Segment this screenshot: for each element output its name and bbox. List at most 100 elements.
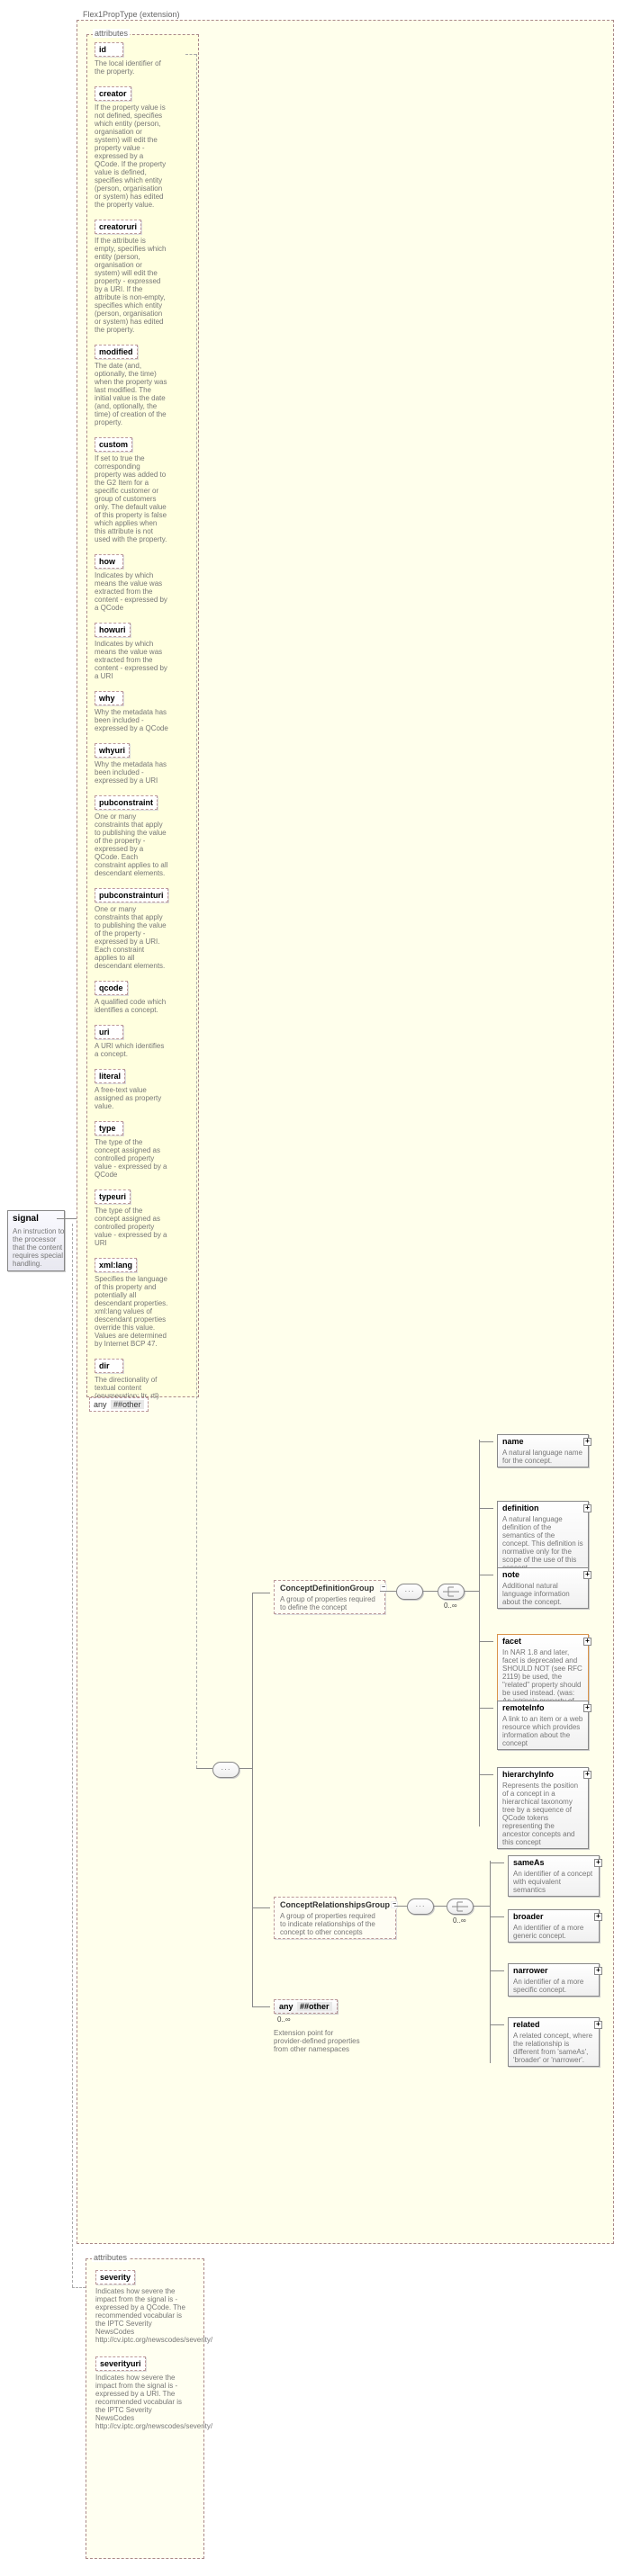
sequence-a: ··· (396, 1584, 423, 1600)
element-broader: broader+An identifier of a more generic … (508, 1909, 600, 1943)
attribute-name: typeuri (95, 1189, 131, 1204)
element-definition: definition +A natural language definition… (497, 1501, 589, 1575)
element-desc: An identifier of a more generic concept. (513, 1924, 594, 1940)
group-b-label: ConceptRelationshipsGroup (280, 1900, 390, 1909)
expand-icon: + (583, 1504, 591, 1512)
attribute-desc: The local identifier of the property. (95, 59, 168, 76)
attribute-name: whyuri (95, 743, 130, 758)
attribute-item: creatoruriIf the attribute is empty, spe… (95, 220, 172, 334)
expand-icon: + (583, 1571, 591, 1579)
attribute-name: type (95, 1121, 123, 1135)
expand-icon: − (391, 1901, 398, 1908)
any2-label: any (279, 2002, 293, 2011)
attribute-item: xml:langSpecifies the language of this p… (95, 1258, 172, 1348)
attribute-desc: A qualified code which identifies a conc… (95, 998, 168, 1014)
attribute-desc: One or many constraints that apply to pu… (95, 905, 168, 970)
attribute-name: literal (95, 1069, 125, 1083)
element-label: name (502, 1437, 524, 1446)
attribute-item: literal A free-text value assigned as pro… (95, 1069, 172, 1110)
element-name: name +A natural language name for the con… (497, 1434, 589, 1468)
element-desc: An identifier of a concept with equivale… (513, 1870, 594, 1894)
attribute-desc: Why the metadata has been included - exp… (95, 760, 168, 785)
element-label: narrower (513, 1966, 548, 1975)
attribute-item: whyWhy the metadata has been included - … (95, 691, 172, 732)
attribute-name: creatoruri (95, 220, 141, 234)
any2-desc: Extension point for provider-defined pro… (274, 2029, 364, 2053)
root-desc: An instruction to the processor that the… (13, 1227, 68, 1268)
attribute-desc: Why the metadata has been included - exp… (95, 708, 168, 732)
expand-icon: + (583, 1438, 591, 1446)
attribute-name: id (95, 42, 123, 57)
element-desc: A natural language name for the concept. (502, 1449, 583, 1465)
attribute-desc: Specifies the language of this property … (95, 1275, 168, 1348)
attribute-item: howIndicates by which means the value wa… (95, 554, 172, 612)
element-hierarchyInfo: hierarchyInfo+Represents the position of… (497, 1767, 589, 1849)
expand-icon: + (594, 1859, 602, 1867)
attribute-desc: One or many constraints that apply to pu… (95, 812, 168, 877)
element-sameAs: sameAs +An identifier of a concept with e… (508, 1855, 600, 1897)
element-desc: A related concept, where the relationshi… (513, 2032, 594, 2064)
expand-icon: + (583, 1638, 591, 1646)
group-concept-relationships: ConceptRelationshipsGroup − A group of p… (274, 1897, 396, 1939)
attribute-name: pubconstrainturi (95, 888, 168, 902)
attribute-desc: Indicates by which means the value was e… (95, 571, 168, 612)
element-desc: Represents the position of a concept in … (502, 1782, 583, 1846)
expand-icon: + (594, 2021, 602, 2029)
attribute-item: dirThe directionality of textual content… (95, 1359, 172, 1400)
any-other-attrs: any ##other (89, 1397, 149, 1412)
attribute-item: type The type of the concept assigned as … (95, 1121, 172, 1179)
attribute-name: creator (95, 86, 131, 101)
attributes-panel: attributes idThe local identifier of the… (86, 34, 199, 1397)
attributes-legend: attributes (93, 29, 130, 38)
root-element: signal An instruction to the processor t… (7, 1210, 65, 1271)
attribute-name: modified (95, 345, 138, 359)
attribute-desc: Indicates by which means the value was e… (95, 640, 168, 680)
attribute-item: typeuri The type of the concept assigned … (95, 1189, 172, 1247)
element-label: hierarchyInfo (502, 1770, 554, 1779)
attribute-desc: A free-text value assigned as property v… (95, 1086, 168, 1110)
expand-icon: + (583, 1704, 591, 1712)
group-a-desc: A group of properties required to define… (280, 1595, 379, 1611)
lower-attributes-panel: attributes severityIndicates how severe … (86, 2258, 204, 2559)
attribute-name: dir (95, 1359, 123, 1373)
attribute-item: severityuri Indicates how severe the impa… (95, 2355, 189, 2430)
attribute-desc: If the property value is not defined, sp… (95, 103, 168, 209)
attribute-item: uriA URI which identifies a concept. (95, 1025, 172, 1058)
any-label: any (94, 1400, 107, 1409)
attribute-item: pubconstraint One or many constraints tha… (95, 795, 172, 877)
attribute-desc: The type of the concept assigned as cont… (95, 1138, 168, 1179)
element-label: broader (513, 1912, 544, 1921)
expand-icon: + (594, 1967, 602, 1975)
attribute-desc: The type of the concept assigned as cont… (95, 1207, 168, 1247)
element-remoteInfo: remoteInfo+A link to an item or a web re… (497, 1701, 589, 1750)
element-label: sameAs (513, 1858, 545, 1867)
choice-a-cardinality: 0..∞ (444, 1602, 457, 1610)
element-note: note+Additional natural language informa… (497, 1567, 589, 1609)
attribute-item: modified The date (and, optionally, the t… (95, 345, 172, 426)
attribute-item: howuriIndicates by which means the value… (95, 623, 172, 680)
element-desc: An identifier of a more specific concept… (513, 1978, 594, 1994)
attribute-name: severityuri (95, 2356, 146, 2371)
choice-b (447, 1898, 474, 1915)
attribute-desc: Indicates how severe the impact from the… (95, 2374, 185, 2430)
lower-attributes-legend: attributes (92, 2253, 129, 2262)
attribute-desc: The date (and, optionally, the time) whe… (95, 362, 168, 426)
choice-b-cardinality: 0..∞ (453, 1916, 466, 1925)
element-label: definition (502, 1503, 539, 1512)
attribute-desc: Indicates how severe the impact from the… (95, 2287, 185, 2344)
group-concept-definition: ConceptDefinitionGroup − A group of prop… (274, 1580, 385, 1614)
attribute-name: pubconstraint (95, 795, 158, 810)
element-label: facet (502, 1637, 521, 1646)
attribute-item: whyuri Why the metadata has been included… (95, 743, 172, 785)
choice-a (438, 1584, 465, 1600)
element-desc: A natural language definition of the sem… (502, 1515, 583, 1572)
sequence-b: ··· (407, 1898, 434, 1915)
element-label: note (502, 1570, 519, 1579)
attribute-name: uri (95, 1025, 123, 1039)
any-other-element: any ##other (274, 1999, 338, 2014)
element-desc: A link to an item or a web resource whic… (502, 1715, 583, 1747)
attribute-item: pubconstrainturi One or many constraints … (95, 888, 172, 970)
any2-cardinality: 0..∞ (277, 2015, 291, 2024)
any2-tag: ##other (297, 2002, 332, 2011)
attribute-desc: If set to true the corresponding propert… (95, 454, 168, 543)
